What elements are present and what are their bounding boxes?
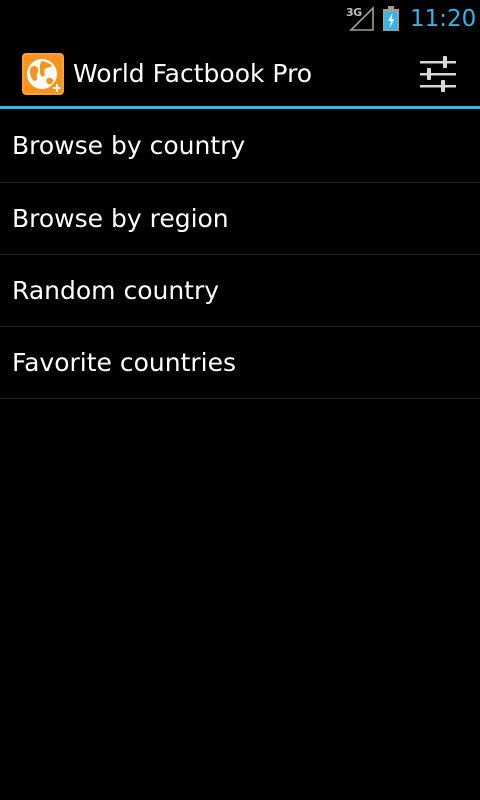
status-bar: 3G 11:20	[0, 0, 480, 38]
clock-time: 11:20	[410, 6, 477, 32]
menu-list: Browse by country Browse by region Rando…	[0, 109, 480, 399]
signal-icon	[349, 6, 374, 31]
menu-item-label: Random country	[12, 276, 220, 305]
menu-item-browse-by-country[interactable]: Browse by country	[0, 109, 480, 183]
sliders-icon	[420, 56, 456, 92]
signal-indicator: 3G	[346, 4, 376, 32]
menu-item-favorite-countries[interactable]: Favorite countries	[0, 327, 480, 399]
menu-item-label: Browse by region	[12, 204, 229, 233]
settings-button[interactable]	[408, 46, 468, 102]
globe-app-icon[interactable]	[22, 53, 64, 95]
battery-charging-icon	[383, 6, 399, 31]
menu-item-browse-by-region[interactable]: Browse by region	[0, 183, 480, 255]
menu-item-random-country[interactable]: Random country	[0, 255, 480, 327]
action-bar: World Factbook Pro	[0, 38, 480, 106]
app-title: World Factbook Pro	[73, 59, 313, 88]
menu-item-label: Browse by country	[12, 131, 246, 160]
menu-item-label: Favorite countries	[12, 348, 237, 377]
